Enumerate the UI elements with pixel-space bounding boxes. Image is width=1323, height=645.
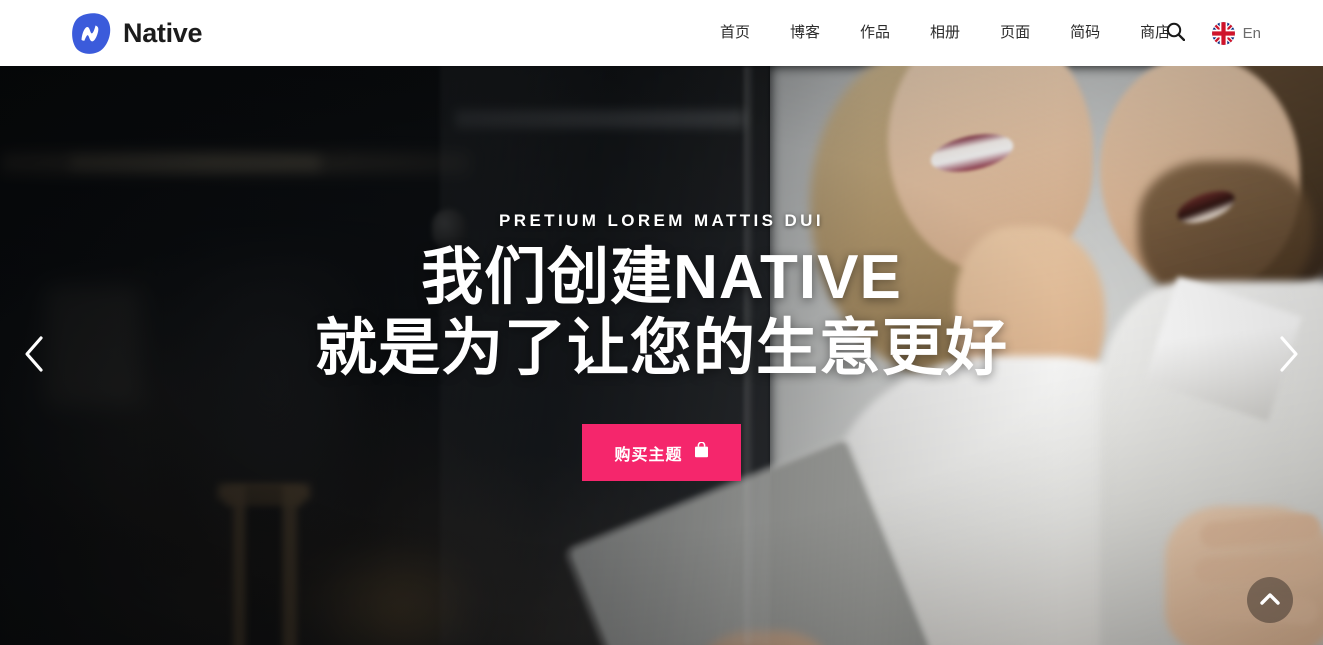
hero-slider: PRETIUM LOREM MATTIS DUI 我们创建NATIVE 就是为了… [0, 66, 1323, 645]
nav-item-portfolio[interactable]: 作品 [840, 0, 910, 66]
language-label: En [1242, 24, 1261, 42]
hero-title: 我们创建NATIVE 就是为了让您的生意更好 [315, 243, 1008, 384]
nav-item-blog[interactable]: 博客 [770, 0, 840, 66]
brand-logo-link[interactable]: Native [68, 0, 203, 66]
slider-prev-button[interactable] [10, 326, 58, 386]
search-button[interactable] [1154, 11, 1198, 55]
buy-theme-label: 购买主题 [614, 446, 683, 464]
hero-content: PRETIUM LOREM MATTIS DUI 我们创建NATIVE 就是为了… [0, 66, 1323, 645]
uk-flag-icon [1211, 21, 1235, 45]
nav-item-pages[interactable]: 页面 [980, 0, 1050, 66]
slider-next-button[interactable] [1265, 326, 1313, 386]
page-root: Native 首页 博客 作品 相册 页面 简码 商店 En PRETIUM L… [0, 0, 1323, 645]
hero-title-line-1: 我们创建NATIVE [421, 243, 902, 312]
main-navigation: 首页 博客 作品 相册 页面 简码 商店 [700, 0, 1190, 66]
nav-item-shortcode[interactable]: 简码 [1050, 0, 1120, 66]
site-header: Native 首页 博客 作品 相册 页面 简码 商店 En [0, 0, 1323, 66]
shopping-bag-icon [694, 441, 709, 463]
header-tools: En [1154, 0, 1261, 66]
chevron-left-icon [23, 335, 45, 376]
chevron-up-icon [1260, 592, 1280, 608]
hero-eyebrow: PRETIUM LOREM MATTIS DUI [499, 211, 824, 230]
search-icon [1166, 22, 1186, 44]
native-logo-icon [68, 12, 112, 54]
chevron-right-icon [1278, 335, 1300, 376]
language-switcher[interactable]: En [1211, 21, 1261, 45]
buy-theme-button[interactable]: 购买主题 [582, 424, 741, 482]
nav-item-album[interactable]: 相册 [910, 0, 980, 66]
back-to-top-button[interactable] [1247, 577, 1293, 623]
nav-item-home[interactable]: 首页 [700, 0, 770, 66]
brand-name: Native [123, 17, 203, 48]
hero-title-line-2: 就是为了让您的生意更好 [314, 313, 1008, 383]
